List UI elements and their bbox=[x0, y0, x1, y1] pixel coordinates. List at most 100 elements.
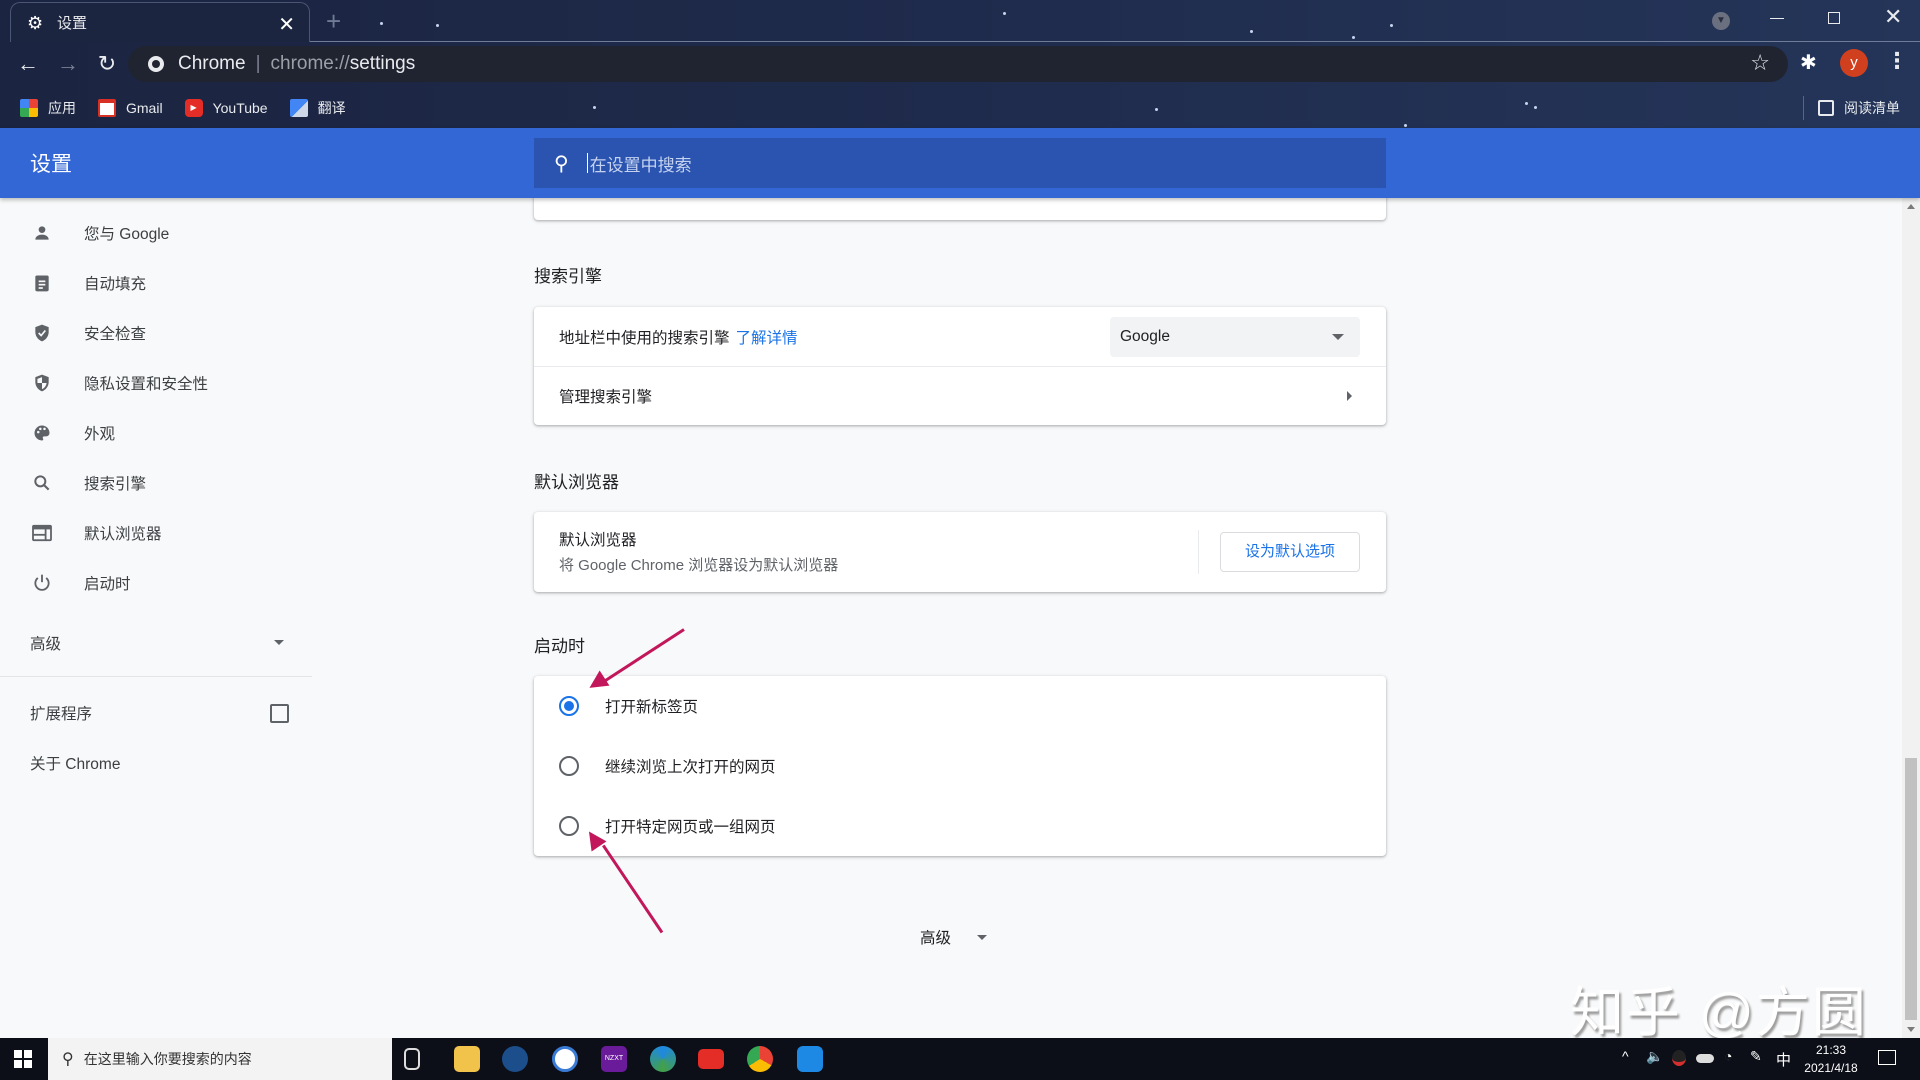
scrollbar[interactable] bbox=[1902, 198, 1920, 1038]
radio-unselected[interactable] bbox=[559, 816, 579, 836]
bookmark-youtube[interactable]: ▶ YouTube bbox=[184, 99, 268, 117]
bookmark-star-icon[interactable]: ☆ bbox=[1750, 50, 1770, 76]
bookmark-apps[interactable]: 应用 bbox=[20, 98, 76, 118]
translate-icon bbox=[289, 99, 308, 117]
file-explorer-icon[interactable] bbox=[454, 1046, 480, 1072]
edge-icon[interactable] bbox=[650, 1046, 676, 1072]
taskbar-search-placeholder: 在这里输入你要搜索的内容 bbox=[83, 1051, 252, 1067]
volume-icon[interactable]: 🔈 bbox=[1646, 1048, 1663, 1065]
clock-date: 2021/4/18 bbox=[1804, 1061, 1858, 1075]
gear-icon: ⚙ bbox=[27, 12, 44, 33]
clock[interactable]: 21:33 2021/4/18 bbox=[1796, 1041, 1866, 1077]
startup-option-specific-pages[interactable]: 打开特定网页或一组网页 bbox=[534, 796, 1386, 856]
startup-option-continue[interactable]: 继续浏览上次打开的网页 bbox=[534, 736, 1386, 796]
settings-search-input[interactable]: ⚲ 在设置中搜索 bbox=[534, 138, 1386, 188]
vertical-divider bbox=[1198, 530, 1199, 574]
back-icon[interactable]: ← bbox=[14, 50, 42, 78]
startup-option-label: 继续浏览上次打开的网页 bbox=[605, 759, 776, 776]
close-window-icon[interactable]: ✕ bbox=[1884, 4, 1902, 30]
clock-time: 21:33 bbox=[1815, 1043, 1847, 1057]
bookmark-label: YouTube bbox=[212, 100, 268, 116]
wallpaper-star bbox=[1250, 30, 1253, 33]
watermark: 知乎 @方圆 bbox=[1570, 983, 1868, 1038]
address-bar[interactable]: Chrome | chrome:// settings ☆ bbox=[128, 46, 1788, 82]
on-startup-card: 打开新标签页 继续浏览上次打开的网页 打开特定网页或一组网页 bbox=[534, 676, 1386, 856]
pen-icon[interactable]: ✎ bbox=[1750, 1048, 1762, 1065]
settings-main: 搜索引擎 地址栏中使用的搜索引擎 了解详情 Google 管理搜索引擎 默认浏览… bbox=[0, 198, 1900, 1038]
bookmark-label: 应用 bbox=[48, 100, 76, 116]
make-default-button[interactable]: 设为默认选项 bbox=[1220, 532, 1360, 572]
page-title: 设置 bbox=[30, 153, 72, 176]
search-placeholder: 在设置中搜索 bbox=[589, 155, 692, 175]
chrome-taskbar-icon[interactable] bbox=[747, 1046, 773, 1072]
reading-list-button[interactable]: 阅读清单 bbox=[1803, 96, 1900, 120]
avatar[interactable]: y bbox=[1840, 49, 1868, 77]
search-engine-label: 地址栏中使用的搜索引擎 bbox=[559, 329, 730, 347]
task-view-icon[interactable] bbox=[404, 1048, 420, 1070]
scroll-up-icon[interactable] bbox=[1907, 204, 1915, 209]
taskbar: ⚲ 在这里输入你要搜索的内容 NZXT ^ 🔈 ◔ ✎ 中 21:33 2021… bbox=[0, 1038, 1920, 1080]
onedrive-icon[interactable] bbox=[1696, 1054, 1714, 1063]
restore-icon[interactable] bbox=[1828, 12, 1840, 24]
apps-grid-icon bbox=[20, 99, 38, 117]
browser-frame: ⚙ 设置 ✕ + ▼ ✕ ← → ↻ Chrome | chrome:// se… bbox=[0, 0, 1920, 128]
startup-option-new-tab[interactable]: 打开新标签页 bbox=[534, 676, 1386, 736]
bookmarks-divider bbox=[1803, 96, 1804, 120]
default-browser-label: 默认浏览器 bbox=[559, 532, 637, 549]
wallpaper-star bbox=[1352, 36, 1355, 39]
wallpaper-star bbox=[1003, 12, 1006, 15]
radio-unselected[interactable] bbox=[559, 756, 579, 776]
youtube-icon: ▶ bbox=[184, 99, 203, 117]
appearance-card-partial bbox=[534, 198, 1386, 220]
bookmark-label: 翻译 bbox=[317, 100, 346, 116]
tab-title: 设置 bbox=[57, 15, 88, 32]
forward-icon[interactable]: → bbox=[54, 50, 82, 78]
notification-center-icon[interactable] bbox=[1878, 1050, 1896, 1065]
close-tab-icon[interactable]: ✕ bbox=[278, 12, 295, 37]
new-tab-button[interactable]: + bbox=[326, 6, 341, 37]
minimize-icon[interactable] bbox=[1770, 18, 1784, 19]
scrollbar-thumb[interactable] bbox=[1905, 758, 1917, 1020]
menu-icon[interactable]: ⋮ bbox=[1886, 48, 1908, 74]
url-scheme: chrome:// bbox=[270, 53, 350, 74]
search-engine-card: 地址栏中使用的搜索引擎 了解详情 Google 管理搜索引擎 bbox=[534, 307, 1386, 425]
steam-icon[interactable] bbox=[502, 1046, 528, 1072]
nzxt-icon[interactable]: NZXT bbox=[601, 1046, 627, 1072]
phone-link-icon[interactable] bbox=[797, 1046, 823, 1072]
youtube-app-icon[interactable] bbox=[698, 1049, 724, 1069]
site-label: Chrome bbox=[178, 53, 246, 74]
section-title-default-browser: 默认浏览器 bbox=[534, 473, 619, 492]
selected-engine: Google bbox=[1120, 328, 1170, 345]
show-hidden-icons[interactable]: ^ bbox=[1622, 1048, 1629, 1064]
url-path: settings bbox=[349, 53, 416, 74]
scroll-down-icon[interactable] bbox=[1907, 1027, 1915, 1032]
qq-icon[interactable] bbox=[1672, 1050, 1686, 1066]
omnibox-separator: | bbox=[255, 53, 261, 74]
annotation-arrow bbox=[602, 844, 664, 934]
bookmarks-bar: 应用 Gmail ▶ YouTube 翻译 bbox=[0, 88, 1920, 128]
manage-search-engines-label: 管理搜索引擎 bbox=[559, 389, 653, 406]
extensions-icon[interactable]: ✱ bbox=[1800, 50, 1817, 75]
chevron-right-icon bbox=[1347, 391, 1352, 401]
windows-start-icon[interactable] bbox=[14, 1050, 32, 1068]
search-engine-select[interactable]: Google bbox=[1110, 317, 1360, 357]
manage-search-engines-row[interactable]: 管理搜索引擎 bbox=[534, 367, 1386, 425]
bookmark-label: Gmail bbox=[126, 100, 163, 116]
search-icon: ⚲ bbox=[62, 1051, 74, 1068]
radio-selected[interactable] bbox=[559, 696, 579, 716]
app-w-icon[interactable] bbox=[552, 1046, 578, 1072]
taskbar-search-input[interactable]: ⚲ 在这里输入你要搜索的内容 bbox=[48, 1038, 392, 1080]
dropdown-caret-icon bbox=[1332, 334, 1344, 340]
bookmark-gmail[interactable]: Gmail bbox=[98, 99, 163, 117]
startup-option-label: 打开特定网页或一组网页 bbox=[605, 819, 776, 836]
learn-more-link[interactable]: 了解详情 bbox=[736, 326, 798, 348]
settings-header: 设置 ⚲ 在设置中搜索 bbox=[0, 128, 1920, 198]
advanced-toggle-button[interactable]: 高级 bbox=[920, 926, 988, 948]
ime-indicator[interactable]: 中 bbox=[1776, 1049, 1791, 1070]
bookmark-translate[interactable]: 翻译 bbox=[289, 98, 346, 118]
tab-settings[interactable]: ⚙ 设置 ✕ bbox=[10, 2, 310, 42]
tab-search-icon[interactable]: ▼ bbox=[1712, 12, 1730, 30]
reload-icon[interactable]: ↻ bbox=[93, 50, 121, 78]
wifi-icon[interactable]: ◔ bbox=[1724, 1048, 1732, 1064]
section-title-on-startup: 启动时 bbox=[534, 637, 585, 656]
